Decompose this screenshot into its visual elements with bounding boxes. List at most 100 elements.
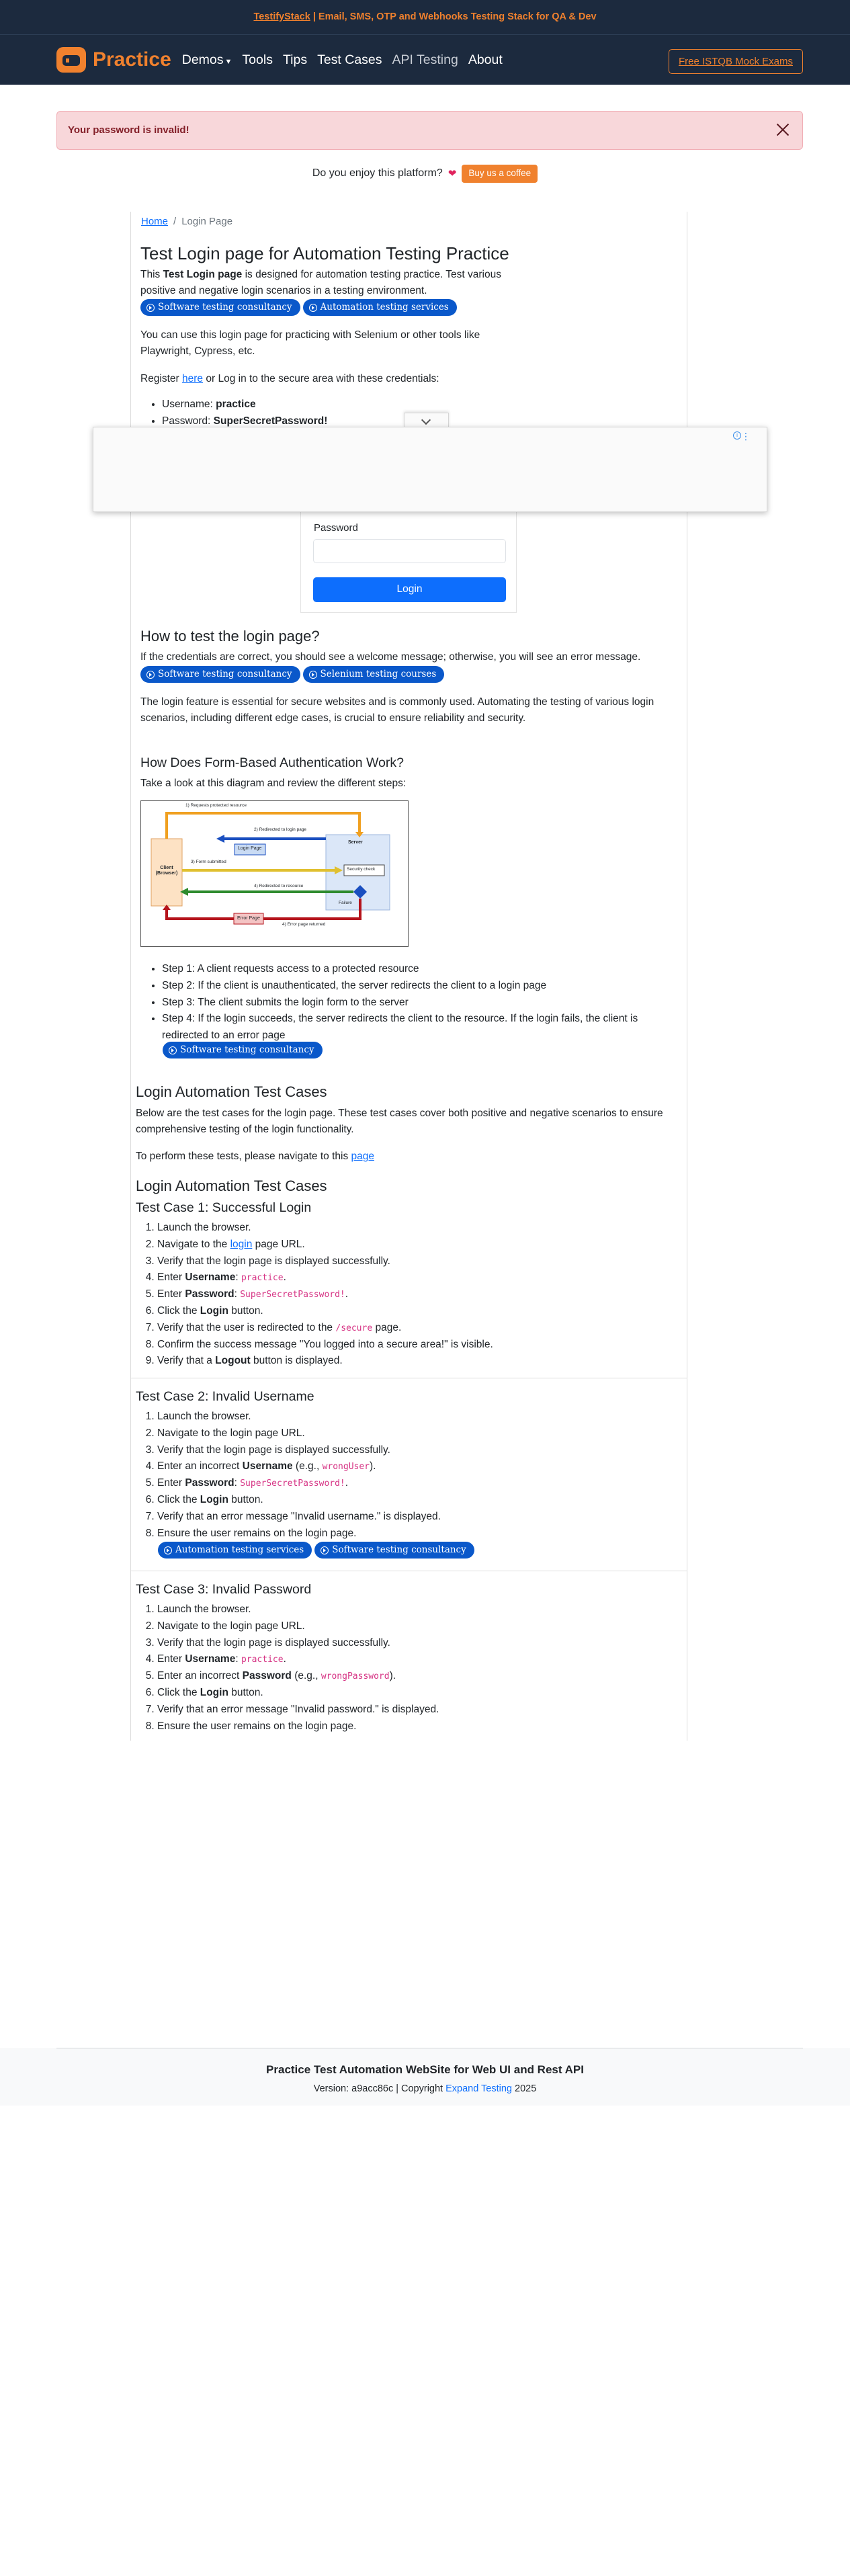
breadcrumb-home-link[interactable]: Home: [141, 216, 168, 227]
istqb-mock-exams-button[interactable]: Free ISTQB Mock Exams: [668, 49, 803, 75]
tc1-step: Launch the browser.: [157, 1220, 660, 1237]
step-code: practice: [241, 1655, 284, 1665]
tc1-step: Verify that a Logout button is displayed…: [157, 1353, 660, 1370]
nav-demos[interactable]: Demos ▼: [182, 50, 232, 70]
intro-p1-pre: This: [140, 269, 163, 280]
pill-label: Automation testing services: [320, 302, 449, 313]
promo-text: | Email, SMS, OTP and Webhooks Testing S…: [310, 11, 597, 23]
auth-step: Step 2: If the client is unauthenticated…: [162, 978, 671, 995]
pill-software-testing-consultancy[interactable]: Software testing consultancy: [163, 1042, 323, 1058]
step-bold: Login: [200, 1686, 228, 1698]
step-code: SuperSecretPassword!: [240, 1290, 345, 1300]
step-text: page URL.: [252, 1238, 305, 1250]
footer: Practice Test Automation WebSite for Web…: [0, 2048, 850, 2106]
step-text: .: [345, 1288, 349, 1300]
step-text: button is displayed.: [250, 1355, 343, 1367]
pill-automation-testing-services[interactable]: Automation testing services: [302, 299, 457, 316]
step-code: wrongUser: [322, 1462, 370, 1472]
register-here-link[interactable]: here: [182, 373, 203, 384]
credential-username: Username: practice: [162, 397, 476, 413]
buy-coffee-button[interactable]: Buy us a coffee: [462, 165, 538, 183]
tc3-step: Navigate to the login page URL.: [157, 1618, 660, 1635]
ad-overlay[interactable]: i ⋮: [93, 427, 767, 512]
step-text: Click the: [157, 1493, 200, 1505]
step-code: /secure: [335, 1323, 373, 1333]
play-circle-icon: [169, 1046, 177, 1054]
play-circle-icon: [146, 303, 155, 312]
how-to-pills: Software testing consultancy Selenium tes…: [140, 666, 447, 684]
tc1-step: Click the Login button.: [157, 1303, 660, 1320]
step-text: Enter an incorrect: [157, 1670, 243, 1682]
intro-paragraph: This Test Login page is designed for aut…: [140, 267, 517, 299]
password-label: Password: [314, 522, 358, 534]
form-auth-title: How Does Form-Based Authentication Work?: [140, 755, 404, 770]
auth-step: Step 3: The client submits the login for…: [162, 995, 671, 1011]
diagram-login-page-label: Login Page: [238, 846, 262, 851]
step-text: button.: [228, 1686, 263, 1698]
register-paragraph: Register here or Log in to the secure ar…: [140, 371, 530, 387]
step-text: Navigate to the: [157, 1238, 230, 1250]
pill-label: Software testing consultancy: [180, 1044, 314, 1056]
error-to-client-arrow: [165, 909, 234, 920]
tc3-step: Launch the browser.: [157, 1602, 660, 1618]
diagram-failure-label: Failure: [339, 901, 352, 905]
step-text: .: [345, 1477, 349, 1489]
nav-about[interactable]: About: [468, 50, 503, 70]
error-alert: Your password is invalid!: [56, 111, 803, 150]
pill-selenium-testing-courses[interactable]: Selenium testing courses: [302, 666, 445, 683]
heart-icon: ❤: [448, 167, 457, 179]
nav-tools[interactable]: Tools: [242, 50, 273, 70]
nav-api-testing[interactable]: API Testing: [392, 50, 458, 70]
step-bold: Password: [185, 1477, 235, 1489]
step-text: :: [235, 1272, 241, 1284]
auth-step: Step 1: A client requests access to a pr…: [162, 961, 671, 978]
testifystack-link[interactable]: TestifyStack: [253, 9, 310, 24]
nav-test-cases[interactable]: Test Cases: [317, 50, 382, 70]
password-input[interactable]: [313, 539, 506, 563]
diagram-error-page-label: Error Page: [237, 916, 260, 921]
intro-tools-paragraph: You can use this login page for practici…: [140, 329, 480, 358]
ad-close-icon[interactable]: ⋮: [741, 429, 751, 444]
register-pre: Register: [140, 373, 183, 384]
ad-collapse-toggle[interactable]: [404, 413, 449, 427]
brand-link[interactable]: Practice: [56, 44, 171, 76]
login-button[interactable]: Login: [313, 577, 506, 602]
step-text: Enter an incorrect: [157, 1460, 243, 1472]
nav-tips[interactable]: Tips: [283, 50, 307, 70]
tc1-step: Verify that the login page is displayed …: [157, 1253, 660, 1270]
navigate-page-link[interactable]: page: [351, 1151, 374, 1162]
credential-username-value: practice: [216, 399, 256, 410]
play-circle-icon: [321, 1546, 329, 1554]
tc1-step: Verify that the user is redirected to th…: [157, 1320, 660, 1337]
intro-pills: Software testing consultancy Automation t…: [140, 299, 460, 317]
promo-bar: TestifyStack | Email, SMS, OTP and Webho…: [0, 0, 850, 34]
tc1-step: Confirm the success message "You logged …: [157, 1337, 660, 1354]
pill-software-testing-consultancy[interactable]: Software testing consultancy: [314, 1542, 474, 1559]
credential-username-label: Username:: [162, 399, 216, 410]
ad-info-icon[interactable]: i: [733, 431, 741, 440]
diagram-client-label: Client (Browser): [155, 866, 178, 876]
tc2-pills: Automation testing services Software test…: [158, 1542, 477, 1560]
pill-automation-testing-services[interactable]: Automation testing services: [158, 1542, 312, 1559]
diagram-arrow-2: 2) Redirected to login page: [254, 827, 307, 832]
tc1-step: Enter Password: SuperSecretPassword!.: [157, 1286, 660, 1303]
robot-logo-icon: [56, 47, 86, 73]
caret-down-icon: ▼: [224, 57, 232, 66]
step-text: Enter: [157, 1653, 185, 1665]
pill-software-testing-consultancy[interactable]: Software testing consultancy: [140, 299, 300, 316]
tc2-step: Verify that the login page is displayed …: [157, 1442, 660, 1459]
footer-version-text: Version: a9acc86c | Copyright: [313, 2083, 446, 2094]
diagram-server-label: Server: [348, 840, 363, 845]
coffee-prompt: Do you enjoy this platform? ❤ Buy us a c…: [0, 165, 850, 183]
pill-software-testing-consultancy[interactable]: Software testing consultancy: [140, 666, 300, 683]
close-icon[interactable]: [774, 121, 792, 138]
diagram-security-check-label: Security check: [347, 867, 376, 872]
breadcrumb: Home / Login Page: [141, 214, 232, 229]
expand-testing-link[interactable]: Expand Testing: [445, 2083, 512, 2094]
login-form: Password Login: [300, 511, 517, 613]
tc2-title: Test Case 2: Invalid Username: [136, 1389, 314, 1404]
tc1-login-link[interactable]: login: [230, 1239, 253, 1250]
step-text: Enter: [157, 1272, 185, 1284]
breadcrumb-current: Login Page: [181, 216, 233, 227]
register-post: or Log in to the secure area with these …: [203, 373, 439, 384]
